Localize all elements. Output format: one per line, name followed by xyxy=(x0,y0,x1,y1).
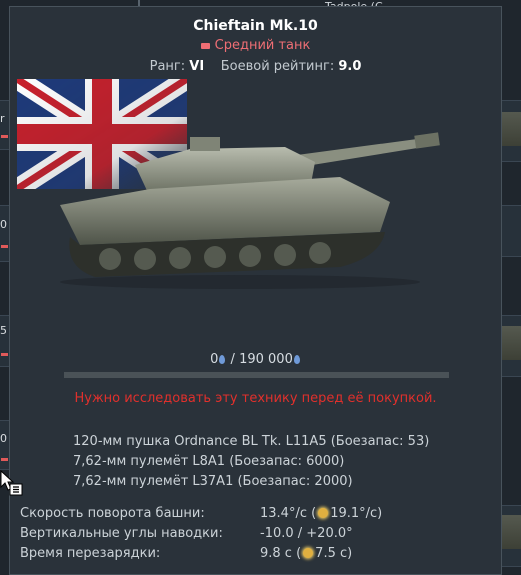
research-point-icon xyxy=(293,355,300,364)
battle-rating-label: Боевой рейтинг: xyxy=(220,59,335,74)
background-card-value: 0 xyxy=(0,218,7,231)
stat-label: Вертикальные углы наводки: xyxy=(20,526,223,541)
stats-table: Скорость поворота башни: 13.4°/с ( 19.1°/… xyxy=(20,504,500,564)
research-progress-bar xyxy=(64,372,449,378)
research-total: 190 000 xyxy=(239,352,293,367)
rank-label: Ранг: xyxy=(149,59,186,74)
background-card-value: r xyxy=(0,112,5,125)
medium-tank-icon xyxy=(200,42,210,49)
pointer-cursor-icon xyxy=(0,470,23,496)
research-current: 0 xyxy=(210,352,219,367)
background-card-right-2[interactable] xyxy=(500,205,521,257)
weapon-item: 120-мм пушка Ordnance BL Tk. L11A5 (Боез… xyxy=(73,434,430,449)
stat-value: -10.0 / +20.0° xyxy=(260,526,353,541)
rank-line: Ранг: VI Боевой рейтинг: 9.0 xyxy=(10,59,501,74)
stat-label: Время перезарядки: xyxy=(20,546,161,561)
stat-value: 13.4°/с ( 19.1°/с) xyxy=(260,504,382,524)
background-vehicle-thumbnail xyxy=(500,112,521,146)
stat-value: 9.8 с ( 7.5 с) xyxy=(260,544,352,564)
research-progress-text: 0 / 190 000 xyxy=(10,352,501,367)
background-vehicle-thumbnail xyxy=(500,515,521,549)
research-point-icon xyxy=(219,355,226,364)
vehicle-tooltip: Chieftain Mk.10 Средний танк Ранг: VI Бо… xyxy=(9,6,502,575)
weapons-list: 120-мм пушка Ordnance BL Tk. L11A5 (Боез… xyxy=(73,432,429,492)
stat-row: Время перезарядки: 9.8 с ( 7.5 с) xyxy=(20,544,500,564)
stat-value-boost: 7.5 с) xyxy=(315,546,353,561)
stat-row: Вертикальные углы наводки: -10.0 / +20.0… xyxy=(20,524,500,544)
stat-label: Скорость поворота башни: xyxy=(20,506,205,521)
background-card-value: 5 xyxy=(0,324,7,337)
vehicle-name: Chieftain Mk.10 xyxy=(193,18,318,34)
tank-image xyxy=(60,132,440,289)
background-card-type-mark xyxy=(1,458,8,461)
research-separator: / xyxy=(226,352,240,367)
vehicle-type-label: Средний танк xyxy=(214,38,311,53)
weapon-item: 7,62-мм пулемёт L8A1 (Боезапас: 6000) xyxy=(73,454,345,469)
ace-crew-icon xyxy=(318,508,329,518)
vehicle-type: Средний танк xyxy=(10,38,501,53)
background-card-type-mark xyxy=(1,135,8,138)
background-card-type-mark xyxy=(1,353,8,356)
stat-row: Скорость поворота башни: 13.4°/с ( 19.1°/… xyxy=(20,504,500,524)
background-card-type-mark xyxy=(1,245,8,248)
ace-crew-icon xyxy=(303,548,314,558)
stat-value-main: 13.4°/с ( xyxy=(260,506,317,521)
background-card-value: 0 xyxy=(0,432,7,445)
stat-value-boost: 19.1°/с) xyxy=(330,506,383,521)
research-warning: Нужно исследовать эту технику перед её п… xyxy=(74,391,437,406)
background-vehicle-thumbnail xyxy=(500,326,521,360)
rank-value: VI xyxy=(189,59,205,74)
battle-rating-value: 9.0 xyxy=(338,59,362,74)
stat-value-main: 9.8 с ( xyxy=(260,546,302,561)
weapon-item: 7,62-мм пулемёт L37A1 (Боезапас: 2000) xyxy=(73,474,353,489)
